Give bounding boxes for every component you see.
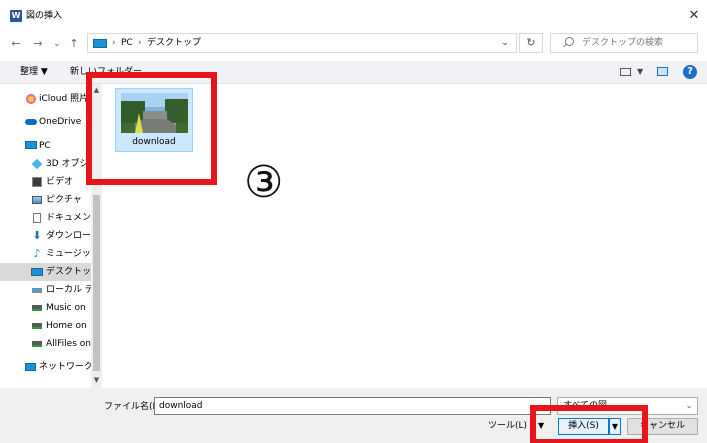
sidebar-item-pc[interactable]: PC xyxy=(0,137,91,155)
breadcrumb-pc[interactable]: PC xyxy=(121,34,133,52)
sidebar-item-label: Music on xyxy=(46,303,86,313)
breadcrumb-separator: › xyxy=(138,38,142,48)
sidebar-item-music[interactable]: ♪ ミュージック xyxy=(0,245,91,263)
tools-button[interactable]: ツール(L) xyxy=(488,416,527,436)
preview-pane-icon[interactable] xyxy=(657,67,668,76)
window-title: 図の挿入 xyxy=(26,11,63,21)
documents-icon xyxy=(33,213,41,223)
sidebar-item-documents[interactable]: ドキュメント xyxy=(0,209,91,227)
highlight-box-file xyxy=(86,72,217,185)
word-icon: W xyxy=(10,10,22,22)
downloads-icon: ⬇ xyxy=(32,229,42,242)
sidebar-item-label: 3D オブジェクト xyxy=(46,159,91,169)
view-options-icon[interactable] xyxy=(620,68,631,76)
video-icon xyxy=(32,177,42,187)
close-button[interactable]: ✕ xyxy=(686,8,702,24)
up-button[interactable]: ↑ xyxy=(67,36,81,52)
sidebar-item-onedrive[interactable]: OneDrive xyxy=(0,113,91,131)
sidebar-item-allfiles-on[interactable]: AllFiles on xyxy=(0,335,91,353)
recent-locations-button[interactable]: ⌄ xyxy=(50,36,64,52)
search-icon xyxy=(565,37,574,46)
filename-field[interactable]: download ⌄ xyxy=(154,397,551,415)
sidebar-item-network[interactable]: ネットワーク xyxy=(0,358,91,376)
pictures-icon xyxy=(32,196,42,204)
network-drive-icon xyxy=(32,341,42,347)
sidebar-item-desktop[interactable]: デスクトップ xyxy=(0,263,91,281)
sidebar-item-label: Home on xyxy=(46,321,87,331)
sidebar-item-label: ピクチャ xyxy=(46,195,82,205)
icloud-photos-icon xyxy=(26,94,36,104)
onedrive-icon xyxy=(25,119,37,125)
network-icon xyxy=(25,363,36,371)
address-dropdown-button[interactable]: ⌄ xyxy=(496,34,514,52)
pc-icon xyxy=(25,141,37,149)
sidebar-item-local-disk[interactable]: ローカル ディスク xyxy=(0,281,91,299)
breadcrumb-separator: › xyxy=(112,38,116,48)
help-icon[interactable]: ? xyxy=(683,65,697,79)
search-placeholder: デスクトップの検索 xyxy=(582,38,664,48)
sidebar-item-label: ネットワーク xyxy=(39,362,91,372)
scroll-down-button[interactable]: ▼ xyxy=(91,376,102,386)
refresh-button[interactable]: ↻ xyxy=(519,33,543,53)
sidebar-item-label: ローカル ディスク xyxy=(46,285,91,295)
sidebar-item-label: AllFiles on xyxy=(46,339,91,349)
sidebar-item-icloud-photos[interactable]: iCloud 照片 xyxy=(0,90,91,108)
step-marker: ③ xyxy=(244,157,284,208)
sidebar-item-label: ミュージック xyxy=(46,249,91,259)
sidebar-item-label: デスクトップ xyxy=(46,267,91,277)
search-box[interactable]: デスクトップの検索 xyxy=(550,33,698,53)
sidebar-item-label: ドキュメント xyxy=(46,213,91,223)
3d-objects-icon xyxy=(31,158,43,170)
sidebar-item-home-on[interactable]: Home on xyxy=(0,317,91,335)
filename-value: download xyxy=(159,401,203,411)
chevron-down-icon[interactable]: ⌄ xyxy=(682,398,696,414)
view-options-dropdown[interactable]: ▼ xyxy=(637,61,643,83)
sidebar-item-label: ダウンロード xyxy=(46,231,91,241)
sidebar-item-label: OneDrive xyxy=(39,117,82,127)
sidebar-item-video[interactable]: ビデオ xyxy=(0,173,91,191)
sidebar-item-label: iCloud 照片 xyxy=(39,94,89,104)
title-bar: W 図の挿入 ✕ xyxy=(0,0,707,30)
highlight-box-insert xyxy=(530,405,648,443)
sidebar-item-pictures[interactable]: ピクチャ xyxy=(0,191,91,209)
scrollbar-thumb[interactable] xyxy=(93,195,100,371)
music-icon: ♪ xyxy=(33,247,41,260)
sidebar-item-label: PC xyxy=(39,141,51,151)
back-button[interactable]: ← xyxy=(9,36,23,52)
sidebar-item-downloads[interactable]: ⬇ ダウンロード xyxy=(0,227,91,245)
sidebar-item-3d-objects[interactable]: 3D オブジェクト xyxy=(0,155,91,173)
forward-button[interactable]: → xyxy=(31,36,45,52)
sidebar-item-music-on[interactable]: Music on xyxy=(0,299,91,317)
network-drive-icon xyxy=(32,305,42,311)
breadcrumb-desktop[interactable]: デスクトップ xyxy=(147,34,201,52)
network-drive-icon xyxy=(32,323,42,329)
desktop-icon xyxy=(31,268,43,276)
local-disk-icon xyxy=(32,288,42,293)
sidebar-item-label: ビデオ xyxy=(46,177,74,187)
pc-icon xyxy=(93,39,107,48)
address-bar[interactable]: › PC › デスクトップ ⌄ xyxy=(87,33,517,53)
organize-button[interactable]: 整理 ▼ xyxy=(20,61,48,83)
